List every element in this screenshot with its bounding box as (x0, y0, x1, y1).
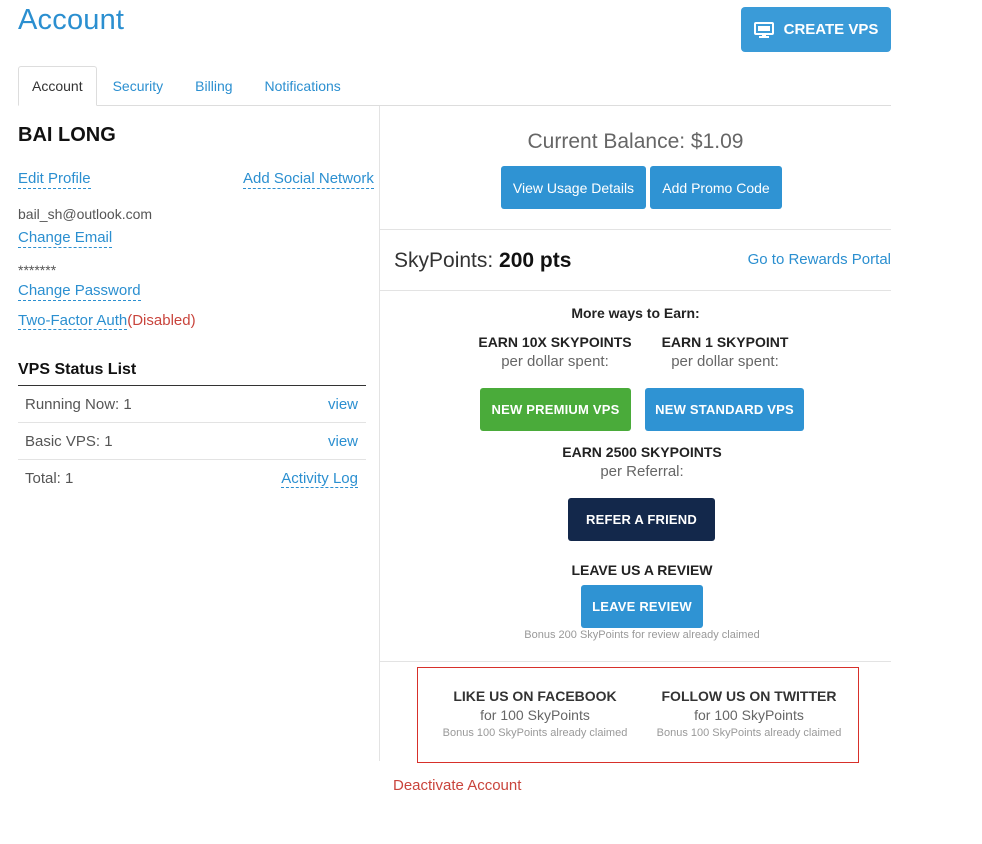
review-block: LEAVE US A REVIEW (542, 562, 742, 578)
user-name: BAI LONG (18, 124, 116, 146)
earn-premium-title: EARN 10X SKYPOINTS (478, 334, 632, 350)
column-divider (379, 106, 380, 761)
refer-a-friend-button[interactable]: REFER A FRIEND (568, 498, 715, 541)
view-basic-link[interactable]: view (328, 433, 358, 450)
two-factor-paren-close: ) (190, 312, 196, 329)
facebook-block: LIKE US ON FACEBOOK for 100 SkyPoints Bo… (435, 688, 635, 739)
twitter-sub: for 100 SkyPoints (694, 707, 804, 723)
social-bonus-box: LIKE US ON FACEBOOK for 100 SkyPoints Bo… (417, 667, 859, 763)
email-value: bail_sh@outlook.com (18, 206, 153, 222)
two-factor-status: Disabled (132, 312, 191, 329)
vps-row-label: Total: 1 (25, 470, 74, 487)
vps-status-row: Basic VPS: 1 view (18, 423, 366, 460)
two-factor-link[interactable]: Two-Factor Auth (18, 312, 128, 330)
add-promo-button[interactable]: Add Promo Code (650, 166, 782, 209)
tab-billing[interactable]: Billing (179, 66, 248, 106)
vps-status-row: Running Now: 1 view (18, 386, 366, 423)
vps-status-title: VPS Status List (18, 361, 366, 386)
view-running-link[interactable]: view (328, 396, 358, 413)
earn-standard-title: EARN 1 SKYPOINT (661, 334, 789, 350)
earn-standard-block: EARN 1 SKYPOINT per dollar spent: (650, 334, 800, 370)
twitter-block: FOLLOW US ON TWITTER for 100 SkyPoints B… (649, 688, 849, 739)
tab-bar: Account Security Billing Notifications (18, 66, 891, 106)
skypoints-summary: SkyPoints: 200 pts (394, 249, 571, 273)
leave-review-button[interactable]: LEAVE REVIEW (581, 585, 703, 628)
current-balance: Current Balance: $1.09 (527, 130, 744, 153)
tab-security[interactable]: Security (97, 66, 180, 106)
facebook-title: LIKE US ON FACEBOOK (453, 688, 617, 704)
tab-notifications[interactable]: Notifications (249, 66, 357, 106)
vps-row-label: Basic VPS: 1 (25, 432, 113, 450)
review-bonus-note: Bonus 200 SkyPoints for review already c… (524, 629, 760, 641)
facebook-note: Bonus 100 SkyPoints already claimed (442, 727, 628, 739)
edit-profile-link[interactable]: Edit Profile (18, 170, 91, 189)
earn-referral-title: EARN 2500 SKYPOINTS (562, 444, 722, 460)
create-vps-button[interactable]: CREATE VPS (741, 7, 891, 52)
view-usage-button[interactable]: View Usage Details (501, 166, 646, 209)
new-premium-vps-button[interactable]: NEW PREMIUM VPS (480, 388, 631, 431)
monitor-icon (753, 21, 774, 38)
skypoints-value: 200 pts (499, 249, 572, 272)
divider (380, 290, 891, 291)
change-email-link[interactable]: Change Email (18, 229, 113, 248)
page-title: Account (18, 4, 125, 36)
skypoints-label: SkyPoints: (394, 249, 500, 272)
earn-standard-sub: per dollar spent: (671, 353, 779, 370)
rewards-portal-link[interactable]: Go to Rewards Portal (748, 251, 891, 268)
vps-row-label: Running Now: 1 (25, 395, 132, 413)
review-title: LEAVE US A REVIEW (571, 562, 713, 578)
change-password-link[interactable]: Change Password (18, 282, 141, 301)
earn-heading: More ways to Earn: (571, 305, 700, 321)
earn-referral-block: EARN 2500 SKYPOINTS per Referral: (542, 444, 742, 480)
earn-referral-sub: per Referral: (600, 463, 684, 480)
vps-status-row: Total: 1 Activity Log (18, 460, 366, 497)
create-vps-label: CREATE VPS (783, 21, 879, 38)
activity-log-link[interactable]: Activity Log (281, 470, 358, 488)
two-factor-row: Two-Factor Auth(Disabled) (18, 312, 196, 330)
deactivate-account-link[interactable]: Deactivate Account (393, 777, 521, 794)
divider (380, 229, 891, 230)
password-mask: ******* (18, 262, 57, 278)
divider (380, 661, 891, 662)
new-standard-vps-button[interactable]: NEW STANDARD VPS (645, 388, 804, 431)
twitter-title: FOLLOW US ON TWITTER (661, 688, 837, 704)
earn-premium-block: EARN 10X SKYPOINTS per dollar spent: (470, 334, 640, 370)
twitter-note: Bonus 100 SkyPoints already claimed (656, 727, 842, 739)
tab-account[interactable]: Account (18, 66, 97, 106)
add-social-network-link[interactable]: Add Social Network (243, 170, 374, 189)
facebook-sub: for 100 SkyPoints (480, 707, 590, 723)
earn-premium-sub: per dollar spent: (501, 353, 609, 370)
